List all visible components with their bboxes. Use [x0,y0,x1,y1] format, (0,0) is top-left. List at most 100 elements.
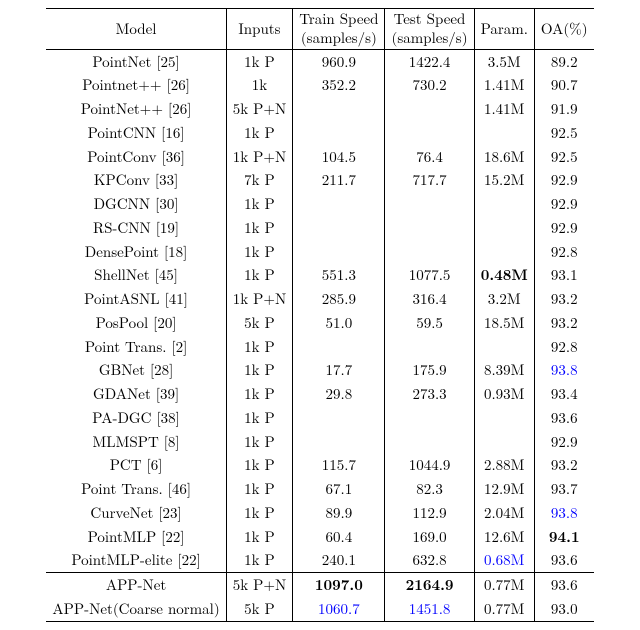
cell-param-text: 0.77M [484,574,524,595]
cell-test [385,216,474,240]
cell-inputs: 1k P [226,263,293,287]
cell-inputs-text: 7k P [244,169,275,190]
cell-inputs-text: 1k P [244,549,275,570]
cell-oa: 92.8 [534,240,593,264]
cell-param: 3.5M [474,49,534,73]
cell-model: PointCNN [16] [46,121,226,145]
cell-inputs-text: 5k P+N [233,98,287,119]
cell-oa-text: 92.5 [551,146,578,167]
cell-inputs: 1k P [226,335,293,359]
cell-test [385,97,474,121]
table-row: ShellNet [45]1k P551.31077.50.48M93.1 [46,263,593,287]
cell-param: 12.9M [474,477,534,501]
cell-test-text: 1077.5 [409,264,451,285]
cell-train [293,97,385,121]
cell-oa: 93.2 [534,311,593,335]
cell-inputs: 1k P [226,406,293,430]
cell-oa: 89.2 [534,49,593,73]
cell-inputs-text: 1k P [244,51,275,72]
cell-oa-text: 94.1 [549,526,580,547]
cell-test-text: 175.9 [412,359,446,380]
cell-oa-text: 93.6 [551,407,578,428]
cell-test-text: 632.8 [412,549,446,570]
table-row: PointASNL [41]1k P+N285.9316.43.2M93.2 [46,287,593,311]
cell-param: 1.41M [474,73,534,97]
cell-model-text: PointConv [36] [87,146,185,167]
cell-param: 0.77M [474,573,534,597]
cell-model: PosPool [20] [46,311,226,335]
cell-oa-text: 92.8 [551,336,578,357]
col-inputs: Inputs [226,9,293,50]
cell-param [474,121,534,145]
cell-oa: 93.1 [534,263,593,287]
cell-oa: 93.0 [534,597,593,621]
cell-model: DGCNN [30] [46,192,226,216]
cell-train: 352.2 [293,73,385,97]
cell-test: 175.9 [385,358,474,382]
cell-oa: 93.7 [534,477,593,501]
cell-param-text: 2.88M [484,454,524,475]
cell-model: APP-Net(Coarse normal) [46,597,226,621]
cell-param [474,406,534,430]
cell-train [293,192,385,216]
cell-oa: 92.9 [534,430,593,454]
cell-test: 76.4 [385,145,474,169]
cell-test: 1451.8 [385,597,474,621]
cell-inputs-text: 1k P [244,359,275,380]
results-table: Model Inputs Train Speed (samples/s) Tes… [46,8,593,622]
table-row: PointMLP-elite [22]1k P240.1632.80.68M93… [46,548,593,572]
cell-inputs-text: 1k P [244,383,275,404]
cell-model: GDANet [39] [46,382,226,406]
cell-model: Point Trans. [2] [46,335,226,359]
cell-oa: 92.5 [534,145,593,169]
cell-train-text: 60.4 [326,526,353,547]
cell-inputs-text: 1k P [244,431,275,452]
cell-param-text: 8.39M [484,359,524,380]
cell-oa: 90.7 [534,73,593,97]
cell-param: 1.41M [474,97,534,121]
cell-param [474,335,534,359]
cell-test-text: 273.3 [412,383,446,404]
cell-inputs-text: 1k P [244,241,275,262]
cell-param-text: 18.5M [484,312,524,333]
cell-model-text: GBNet [28] [99,359,173,380]
cell-model-text: MLMSPT [8] [93,431,180,452]
cell-train-text: 1060.7 [318,598,360,619]
cell-inputs: 5k P+N [226,97,293,121]
cell-train: 1097.0 [293,573,385,597]
cell-param: 0.77M [474,597,534,621]
cell-inputs: 1k P [226,430,293,454]
cell-inputs: 1k [226,73,293,97]
cell-test: 273.3 [385,382,474,406]
cell-inputs-text: 1k P [244,502,275,523]
cell-test: 632.8 [385,548,474,572]
cell-inputs: 1k P+N [226,287,293,311]
cell-train-text: 17.7 [326,359,353,380]
cell-train-text: 240.1 [322,549,356,570]
cell-inputs: 1k P [226,525,293,549]
cell-test-text: 1451.8 [409,598,451,619]
cell-model-text: RS-CNN [19] [93,217,179,238]
cell-train: 17.7 [293,358,385,382]
cell-param: 3.2M [474,287,534,311]
cell-test: 717.7 [385,168,474,192]
cell-inputs-text: 1k P [244,217,275,238]
table-row: RS-CNN [19]1k P92.9 [46,216,593,240]
cell-model-text: KPConv [33] [94,169,178,190]
cell-train-text: 285.9 [322,288,356,309]
cell-oa-text: 93.2 [551,454,578,475]
cell-oa: 93.8 [534,501,593,525]
cell-inputs: 1k P [226,49,293,73]
cell-param-text: 0.48M [481,264,528,285]
cell-param: 8.39M [474,358,534,382]
cell-param-text: 2.04M [484,502,524,523]
cell-inputs: 1k P [226,192,293,216]
cell-train [293,240,385,264]
col-oa: OA(%) [534,9,593,50]
cell-model: ShellNet [45] [46,263,226,287]
cell-param: 0.68M [474,548,534,572]
table-row: CurveNet [23]1k P89.9112.92.04M93.8 [46,501,593,525]
cell-oa: 93.6 [534,548,593,572]
cell-inputs: 1k P [226,453,293,477]
cell-model-text: PCT [6] [110,454,163,475]
